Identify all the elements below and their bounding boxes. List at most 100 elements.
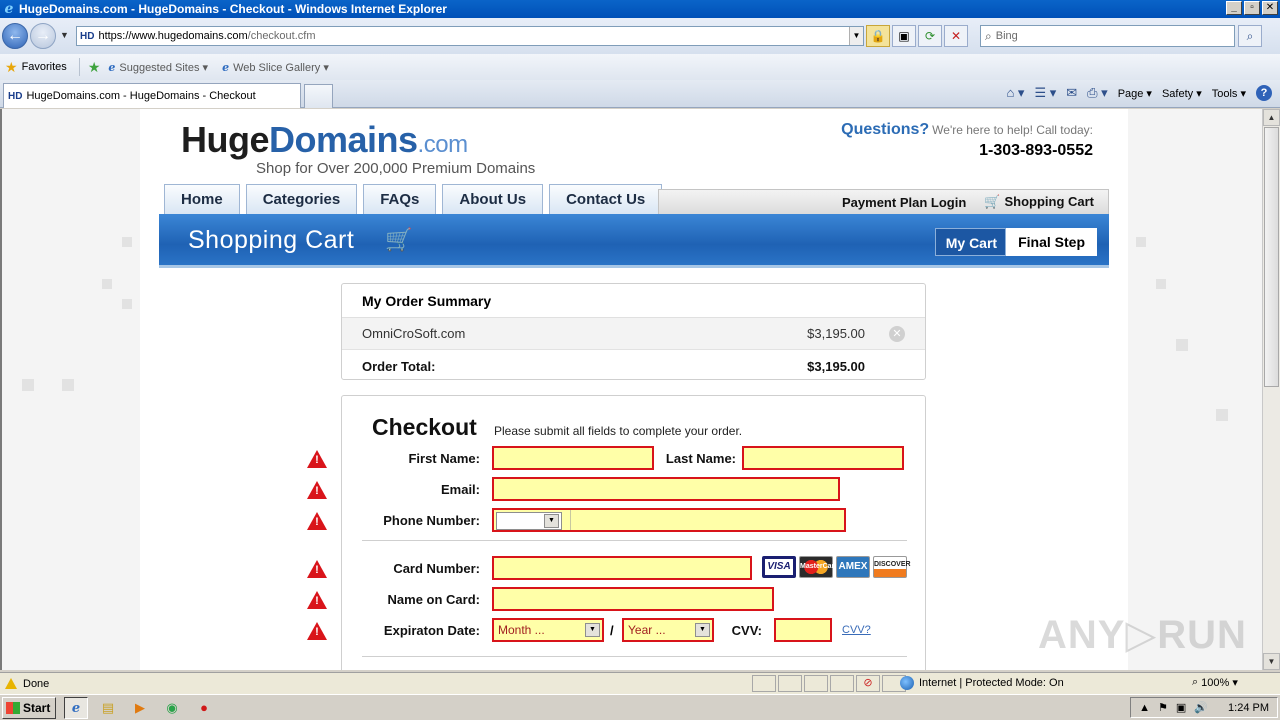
address-dropdown-icon[interactable]: ▼ [849, 27, 863, 45]
expiration-year-select[interactable]: Year ... ▼ [622, 618, 714, 642]
phone-number-input[interactable] [570, 510, 838, 530]
remove-item-icon[interactable]: ✕ [889, 325, 905, 342]
add-to-favorites-icon[interactable]: ★ [88, 59, 101, 76]
phone-country-select[interactable]: ▼ [496, 512, 562, 530]
order-item-row: OmniCroSoft.com $3,195.00 ✕ [342, 318, 925, 350]
order-item-price: $3,195.00 [807, 326, 865, 341]
vertical-scrollbar[interactable]: ▲ ▼ [1262, 109, 1280, 670]
close-button[interactable]: ✕ [1262, 1, 1278, 15]
feeds-icon[interactable]: ☰ ▾ [1034, 85, 1056, 101]
shopping-cart-link[interactable]: 🛒 Shopping Cart [984, 194, 1094, 210]
tray-expand-icon[interactable]: ▲ [1139, 702, 1150, 714]
discover-card-icon: DISCOVER [873, 556, 911, 578]
nav-home[interactable]: Home [164, 184, 240, 214]
nav-about-us[interactable]: About Us [442, 184, 544, 214]
address-url[interactable]: https://www.hugedomains.com/checkout.cfm [98, 30, 315, 42]
taskbar-chrome-icon[interactable]: ◉ [160, 697, 184, 719]
favorites-bar: ★ Favorites ★ e Suggested Sites ▾ e Web … [0, 54, 1280, 80]
ie-page-icon: e [222, 60, 230, 74]
window-titlebar: e HugeDomains.com - HugeDomains - Checko… [0, 0, 1280, 18]
tab-favicon-icon: HD [8, 90, 23, 102]
cvv-input[interactable] [774, 618, 832, 642]
nav-faqs[interactable]: FAQs [363, 184, 437, 214]
page-viewport: HugeDomains.com Shop for Over 200,000 Pr… [0, 109, 1262, 670]
home-icon[interactable]: ⌂ ▾ [1006, 85, 1024, 101]
nav-categories[interactable]: Categories [245, 184, 358, 214]
expiration-label: Expiraton Date: [383, 623, 480, 638]
window-controls: _ ▫ ✕ [1226, 1, 1278, 15]
new-tab-button[interactable] [304, 84, 333, 108]
windows-taskbar: Start e ▤ ▶ ◉ ● ▲ ⚑ ▣ 🔊 1:24 PM [0, 694, 1280, 720]
security-lock-icon[interactable]: 🔒 [866, 25, 890, 47]
scroll-up-icon[interactable]: ▲ [1263, 109, 1280, 126]
last-name-label: Last Name: [665, 451, 736, 466]
cvv-help-link[interactable]: CVV? [842, 624, 871, 636]
step-final-step: Final Step [1006, 228, 1097, 256]
tray-volume-icon[interactable]: 🔊 [1194, 701, 1208, 714]
tray-flag-icon[interactable]: ⚑ [1158, 701, 1168, 714]
first-name-input[interactable] [492, 446, 654, 470]
refresh-icon[interactable]: ⟳ [918, 25, 942, 47]
popup-blocker-icon[interactable]: ⊘ [856, 675, 880, 692]
scroll-thumb[interactable] [1264, 127, 1279, 387]
taskbar-media-player-icon[interactable]: ▶ [128, 697, 152, 719]
forward-button[interactable]: → [30, 23, 56, 49]
visa-card-icon: VISA [762, 556, 796, 578]
zoom-level[interactable]: ⌕ 100% ▾ [1192, 676, 1238, 689]
page-menu[interactable]: Page ▾ [1118, 87, 1152, 100]
anyrun-watermark: ANY▷RUN [1038, 613, 1247, 657]
security-zone[interactable]: Internet | Protected Mode: On [900, 676, 1064, 690]
address-bar[interactable]: HD https://www.hugedomains.com/checkout.… [76, 26, 864, 46]
tools-menu[interactable]: Tools ▾ [1212, 87, 1246, 100]
search-box[interactable]: ⌕ Bing [980, 25, 1235, 47]
last-name-input[interactable] [742, 446, 904, 470]
start-button[interactable]: Start [2, 696, 56, 719]
taskbar-opera-icon[interactable]: ● [192, 697, 216, 719]
minimize-button[interactable]: _ [1226, 1, 1242, 15]
accepted-cards: VISA MasterCard AMEX DISCOVER [762, 556, 911, 578]
nav-contact-us[interactable]: Contact Us [549, 184, 663, 214]
favorites-item-suggested-sites[interactable]: e Suggested Sites ▾ [108, 61, 208, 74]
expiration-month-select[interactable]: Month ... ▼ [492, 618, 604, 642]
checkout-subtitle: Please submit all fields to complete you… [494, 424, 743, 438]
card-number-label: Card Number: [393, 561, 480, 576]
clock[interactable]: 1:24 PM [1228, 702, 1269, 714]
zoom-icon: ⌕ [1192, 676, 1199, 688]
tab-checkout[interactable]: HD HugeDomains.com - HugeDomains - Check… [3, 83, 301, 108]
checkout-title: Checkout [372, 414, 477, 440]
favorites-button[interactable]: ★ Favorites [5, 59, 67, 76]
order-total-value: $3,195.00 [807, 358, 865, 374]
site-logo[interactable]: HugeDomains.com Shop for Over 200,000 Pr… [181, 122, 535, 178]
email-input[interactable] [492, 477, 840, 501]
system-tray: ▲ ⚑ ▣ 🔊 1:24 PM [1130, 697, 1278, 718]
warning-icon: ! [307, 450, 327, 468]
taskbar-ie-icon[interactable]: e [64, 696, 88, 719]
search-input[interactable]: Bing [996, 30, 1018, 42]
recent-pages-dropdown-icon[interactable]: ▼ [60, 30, 69, 40]
taskbar-explorer-icon[interactable]: ▤ [96, 697, 120, 719]
restore-button[interactable]: ▫ [1244, 1, 1260, 15]
back-button[interactable]: ← [2, 23, 28, 49]
step-my-cart[interactable]: My Cart [934, 228, 1007, 256]
warning-icon: ! [307, 560, 327, 578]
help-icon[interactable]: ? [1256, 85, 1272, 101]
cart-icon: 🛒 [385, 227, 413, 252]
phone-label: Phone Number: [383, 513, 480, 528]
compatibility-view-icon[interactable]: ▣ [892, 25, 916, 47]
chevron-down-icon: ▼ [544, 514, 559, 528]
card-number-input[interactable] [492, 556, 752, 580]
search-provider-icon: ⌕ [985, 28, 992, 43]
favorites-item-web-slice-gallery[interactable]: e Web Slice Gallery ▾ [222, 61, 329, 74]
safety-menu[interactable]: Safety ▾ [1162, 87, 1202, 100]
amex-card-icon: AMEX [836, 556, 870, 578]
stop-icon[interactable]: ✕ [944, 25, 968, 47]
read-mail-icon[interactable]: ✉ [1066, 85, 1077, 101]
search-button[interactable]: ⌕ [1238, 25, 1262, 47]
name-on-card-input[interactable] [492, 587, 774, 611]
tab-bar: HD HugeDomains.com - HugeDomains - Check… [0, 80, 1280, 108]
scroll-down-icon[interactable]: ▼ [1263, 653, 1280, 670]
tray-network-icon[interactable]: ▣ [1176, 701, 1186, 714]
print-icon[interactable]: ⎙ ▾ [1087, 85, 1108, 101]
payment-plan-login-link[interactable]: Payment Plan Login [842, 195, 966, 210]
order-summary-title: My Order Summary [342, 284, 925, 318]
